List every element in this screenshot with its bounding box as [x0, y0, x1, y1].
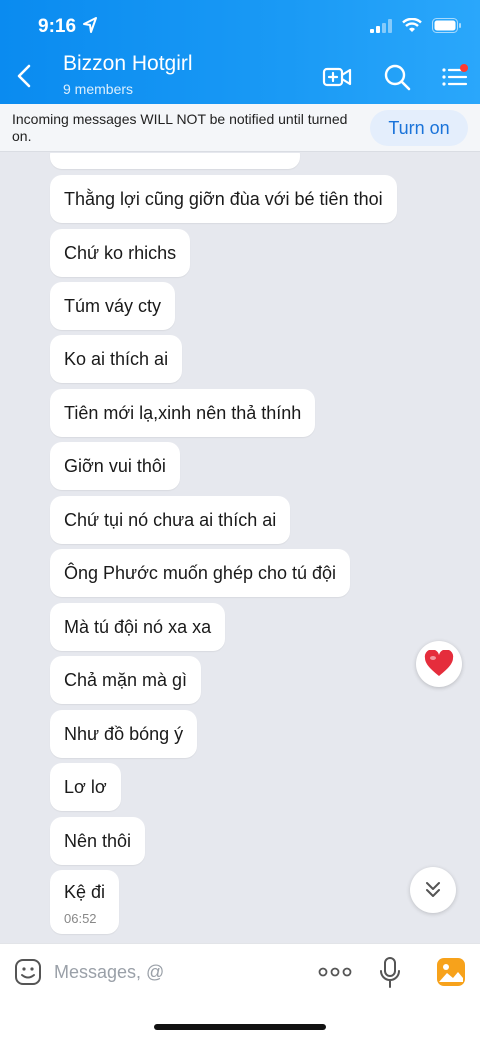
notification-notice: Incoming messages WILL NOT be notified u…: [0, 104, 480, 152]
status-time: 9:16: [38, 16, 77, 37]
status-indicators: [370, 18, 462, 33]
member-count: 9 members: [63, 81, 134, 97]
message-bubble[interactable]: Chả mặn mà gì: [50, 656, 202, 704]
wifi-icon: [402, 18, 422, 32]
message-bubble[interactable]: Thằng lợi cũng giỡn đùa với bé tiên thoi: [50, 175, 397, 223]
mic-icon[interactable]: [378, 956, 402, 990]
chat-header: 9:16 Bizzon Hotgirl 9 members: [0, 0, 480, 104]
message-input[interactable]: [54, 957, 294, 987]
notice-text: Incoming messages WILL NOT be notified u…: [12, 111, 348, 144]
message-list[interactable]: Thằng lợi cũng giỡn đùa với bé tiên thoi…: [0, 153, 480, 943]
message-bubble[interactable]: Ông Phước muốn ghép cho tú đội: [50, 549, 351, 597]
battery-icon: [432, 18, 461, 33]
group-title[interactable]: Bizzon Hotgirl: [63, 52, 193, 76]
notification-badge: [460, 64, 468, 72]
message-bubble[interactable]: Như đồ bóng ý: [50, 710, 198, 758]
message-bubble[interactable]: Lơ lơ: [50, 763, 121, 811]
message-bubble[interactable]: Giỡn vui thôi: [50, 442, 180, 490]
message-bubble[interactable]: Chứ ko rhichs: [50, 229, 191, 277]
back-icon[interactable]: [14, 62, 36, 90]
message-bubble[interactable]: Tiên mới lạ,xinh nên thả thính: [50, 389, 316, 437]
reaction-button[interactable]: [416, 641, 462, 687]
message-bubble[interactable]: Nên thôi: [50, 817, 146, 865]
gallery-icon[interactable]: [436, 957, 466, 987]
message-composer: [0, 943, 480, 1039]
message-bubble-partial: [50, 153, 300, 169]
signal-icon: [370, 18, 392, 33]
message-bubble[interactable]: Ko ai thích ai: [50, 335, 183, 383]
double-chevron-down-icon: [426, 882, 440, 897]
message-bubble[interactable]: Chứ tụi nó chưa ai thích ai: [50, 496, 291, 544]
video-call-icon[interactable]: [322, 62, 352, 92]
message-bubble[interactable]: Mà tú đội nó xa xa: [50, 603, 226, 651]
message-time: 06:52: [64, 911, 97, 926]
message-bubble[interactable]: Kệ đi 06:52: [50, 870, 120, 934]
turn-on-button[interactable]: Turn on: [370, 110, 468, 146]
scroll-to-bottom-button[interactable]: [410, 867, 456, 913]
heart-icon: [424, 650, 454, 676]
message-text: Kệ đi: [64, 882, 106, 902]
more-icon[interactable]: [318, 962, 352, 982]
menu-icon[interactable]: [440, 62, 470, 92]
location-arrow-icon: [83, 17, 97, 33]
search-icon[interactable]: [382, 62, 412, 92]
emoji-icon[interactable]: [14, 958, 42, 986]
message-bubble[interactable]: Túm váy cty: [50, 282, 176, 330]
home-indicator: [154, 1024, 326, 1030]
